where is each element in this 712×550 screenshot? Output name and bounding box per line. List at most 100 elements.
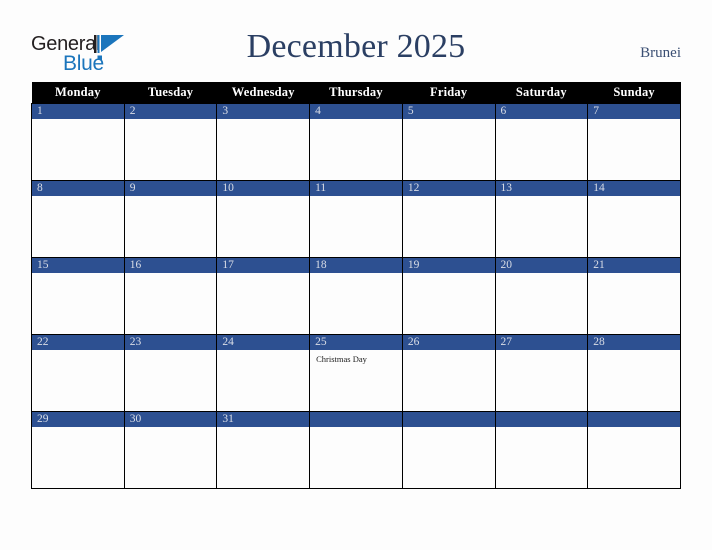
calendar-day-cell-inner: 19 <box>402 258 495 334</box>
calendar-day-number: 4 <box>310 104 402 119</box>
calendar-day-cell[interactable]: 10 <box>216 180 311 258</box>
calendar-day-events <box>403 119 495 123</box>
calendar-day-cell[interactable]: 17 <box>216 257 311 335</box>
calendar-day-number <box>402 412 495 427</box>
calendar-day-events <box>125 427 217 431</box>
calendar-day-cell[interactable]: 7 <box>587 103 681 181</box>
calendar-day-cell-inner: 23 <box>124 335 217 411</box>
calendar-day-number: 9 <box>124 181 217 196</box>
calendar-day-events <box>403 427 495 431</box>
calendar-body: 1 2 3 4 5 6 7 8 9 10 11 12 13 14 15 16 17 18 19 20 21 22 23 24 2… <box>31 103 681 489</box>
calendar-day-events <box>496 427 588 431</box>
calendar-day-cell[interactable] <box>494 411 589 489</box>
calendar-day-number: 22 <box>32 335 124 350</box>
calendar-day-cell-inner: 4 <box>310 104 402 180</box>
calendar-day-cell[interactable]: 8 <box>31 180 125 258</box>
calendar-day-cell[interactable]: 9 <box>123 180 218 258</box>
calendar-day-number: 8 <box>32 181 124 196</box>
weekday-header-monday: Monday <box>31 82 125 104</box>
calendar-day-cell[interactable]: 31 <box>216 411 311 489</box>
calendar-day-cell[interactable]: 24 <box>216 334 311 412</box>
calendar-day-cell-inner: 15 <box>32 258 124 334</box>
calendar-day-number: 15 <box>32 258 124 273</box>
calendar-day-cell-inner: 3 <box>217 104 310 180</box>
calendar-day-events <box>496 196 588 200</box>
calendar-day-cell-inner: 27 <box>495 335 588 411</box>
calendar-day-number: 31 <box>217 412 310 427</box>
calendar-day-cell-inner: 21 <box>588 258 680 334</box>
calendar-day-cell[interactable]: 20 <box>494 257 589 335</box>
calendar-day-cell[interactable]: 1 <box>31 103 125 181</box>
calendar-day-number: 17 <box>217 258 310 273</box>
calendar-day-cell[interactable]: 13 <box>494 180 589 258</box>
weekday-header-friday: Friday <box>402 82 496 104</box>
calendar-day-number: 14 <box>588 181 680 196</box>
calendar-day-cell[interactable]: 22 <box>31 334 125 412</box>
calendar-day-cell-inner: 22 <box>32 335 124 411</box>
calendar-day-number <box>495 412 588 427</box>
weekday-header-thursday: Thursday <box>309 82 403 104</box>
calendar-week-row: 1234567 <box>31 103 681 181</box>
calendar-week-row: 29 30 31 <box>31 411 681 489</box>
calendar-day-cell[interactable]: 15 <box>31 257 125 335</box>
calendar-day-cell-inner: 10 <box>217 181 310 257</box>
calendar-day-events <box>32 119 124 123</box>
calendar-day-cell-inner: 12 <box>402 181 495 257</box>
calendar-day-cell-inner: 14 <box>588 181 680 257</box>
calendar-day-cell[interactable]: 26 <box>401 334 496 412</box>
calendar-day-events <box>310 119 402 123</box>
calendar-day-events <box>125 350 217 354</box>
calendar-day-number: 19 <box>402 258 495 273</box>
calendar-day-number: 6 <box>495 104 588 119</box>
calendar-day-cell[interactable]: 18 <box>309 257 403 335</box>
calendar-day-cell[interactable]: 29 <box>31 411 125 489</box>
calendar-day-cell[interactable]: 21 <box>587 257 681 335</box>
calendar-week-row: 22 23 24 25 Christmas Day 26 27 28 <box>31 334 681 412</box>
region-label: Brunei <box>640 45 681 61</box>
calendar-day-cell[interactable]: 28 <box>587 334 681 412</box>
calendar-day-cell-inner: 30 <box>124 412 217 488</box>
calendar-day-cell-inner: 2 <box>124 104 217 180</box>
calendar-day-cell[interactable]: 6 <box>494 103 589 181</box>
calendar-day-cell[interactable]: 16 <box>123 257 218 335</box>
calendar-day-cell[interactable]: 25 Christmas Day <box>309 334 403 412</box>
weekday-header-saturday: Saturday <box>495 82 588 104</box>
calendar-day-cell-inner <box>402 412 495 488</box>
calendar-day-cell[interactable] <box>309 411 403 489</box>
calendar-day-events <box>32 273 124 277</box>
calendar-day-number: 28 <box>588 335 680 350</box>
calendar-day-events <box>125 196 217 200</box>
calendar-day-cell[interactable]: 3 <box>216 103 311 181</box>
calendar-day-cell-inner <box>495 412 588 488</box>
calendar-event-label: Christmas Day <box>316 354 367 364</box>
calendar-day-cell[interactable]: 30 <box>123 411 218 489</box>
calendar-day-events <box>588 350 680 354</box>
calendar-day-events <box>496 119 588 123</box>
calendar-day-cell[interactable]: 19 <box>401 257 496 335</box>
calendar-day-events <box>32 350 124 354</box>
page-title: December 2025 <box>246 28 466 65</box>
calendar-day-events <box>310 273 402 277</box>
calendar-day-number: 10 <box>217 181 310 196</box>
weekday-header-tuesday: Tuesday <box>124 82 217 104</box>
calendar-day-cell-inner: 20 <box>495 258 588 334</box>
calendar-day-cell[interactable]: 12 <box>401 180 496 258</box>
calendar-day-cell[interactable]: 2 <box>123 103 218 181</box>
calendar-day-cell-inner: 9 <box>124 181 217 257</box>
calendar-day-cell[interactable] <box>587 411 681 489</box>
calendar-day-cell[interactable]: 27 <box>494 334 589 412</box>
calendar-day-cell-inner: 18 <box>310 258 402 334</box>
calendar-day-cell[interactable]: 4 <box>309 103 403 181</box>
calendar-day-cell[interactable]: 11 <box>309 180 403 258</box>
calendar-day-cell[interactable]: 14 <box>587 180 681 258</box>
calendar-day-number: 25 <box>310 335 402 350</box>
calendar-day-events <box>588 427 680 431</box>
calendar-day-cell[interactable] <box>401 411 496 489</box>
calendar-day-cell[interactable]: 23 <box>123 334 218 412</box>
calendar-day-cell-inner: 31 <box>217 412 310 488</box>
calendar-day-cell[interactable]: 5 <box>401 103 496 181</box>
calendar-day-events <box>32 196 124 200</box>
calendar-day-number: 11 <box>310 181 402 196</box>
calendar-day-events <box>217 196 309 200</box>
calendar-grid: Monday Tuesday Wednesday Thursday Friday… <box>31 82 681 489</box>
